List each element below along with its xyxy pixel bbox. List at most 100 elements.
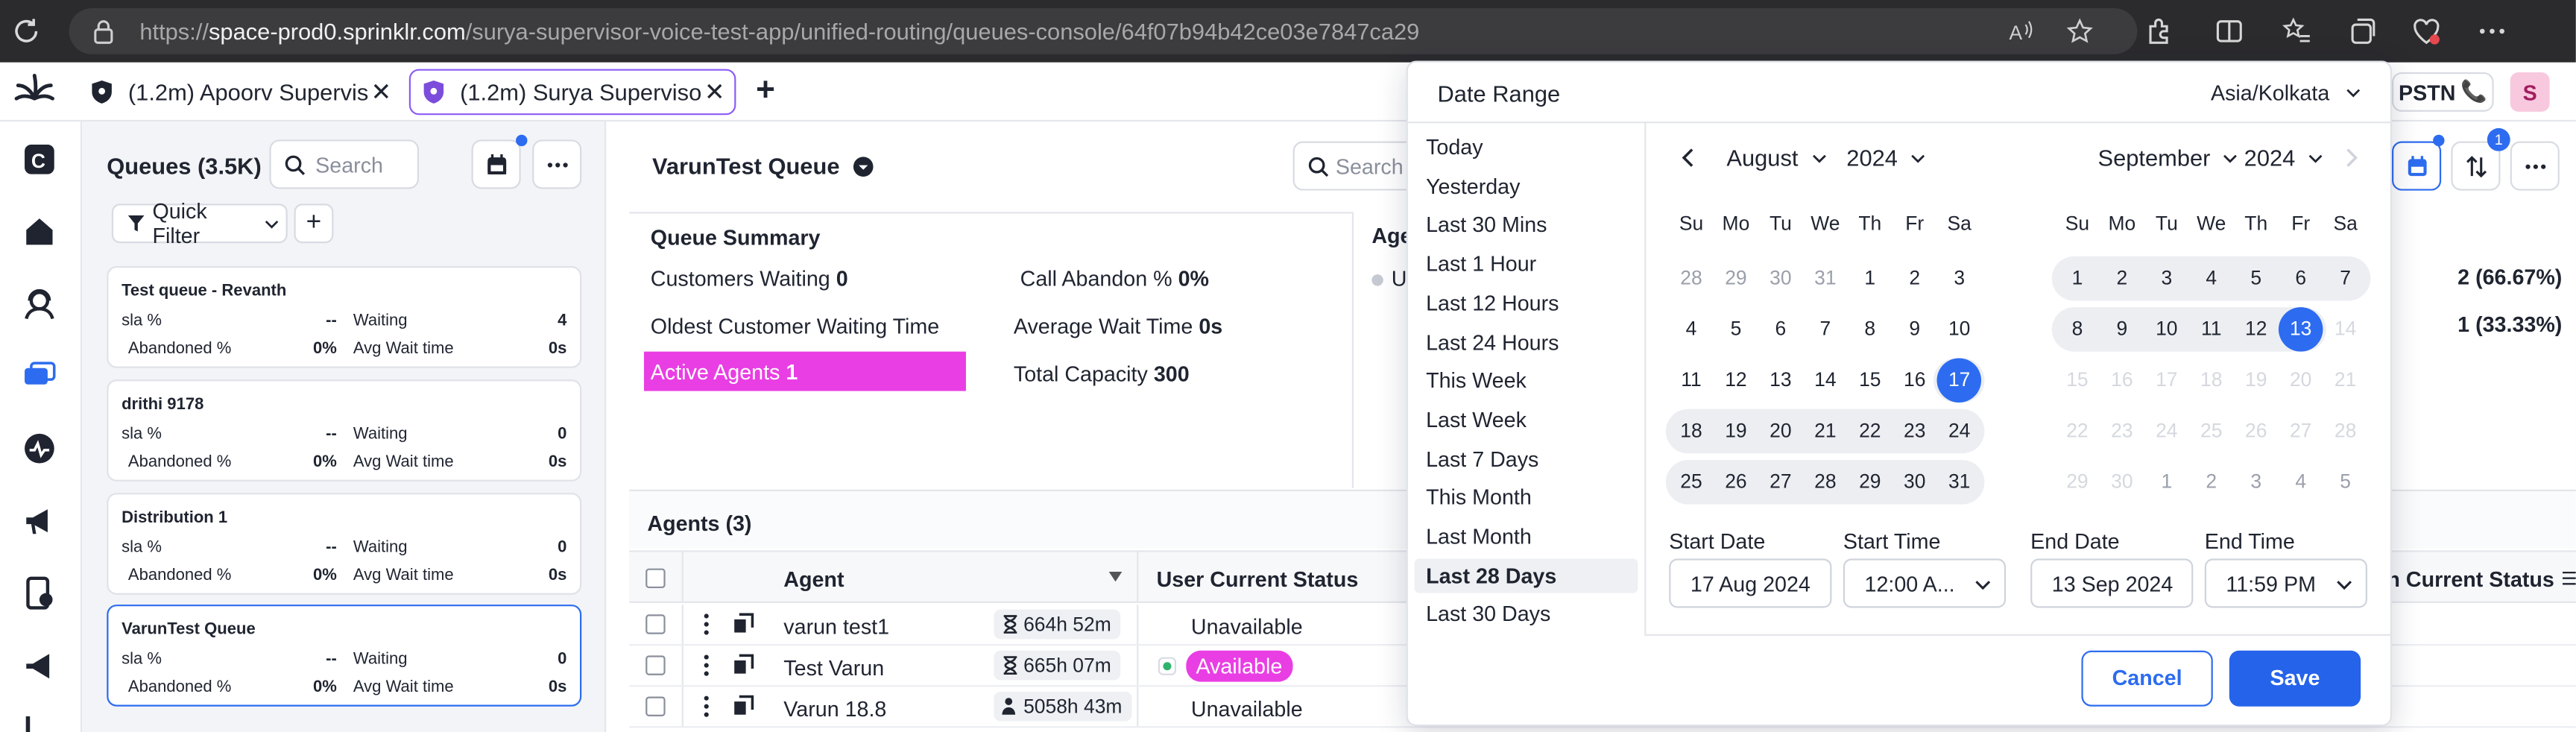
broadcast-icon[interactable]	[22, 647, 57, 683]
agent-monitor-icon[interactable]	[733, 695, 754, 716]
date-range-button[interactable]	[2392, 141, 2442, 191]
left-month-select[interactable]: August	[1726, 145, 1826, 171]
agent-icon[interactable]	[22, 285, 57, 321]
select-all-checkbox[interactable]	[645, 568, 666, 589]
calendar-day[interactable]: 17	[2144, 358, 2189, 403]
calendar-day[interactable]: 7	[1803, 307, 1848, 352]
agent-name[interactable]: Test Varun	[783, 655, 884, 680]
calendar-day[interactable]: 31	[1937, 459, 1982, 504]
calendar-day[interactable]: 1	[2144, 459, 2189, 504]
preset-option[interactable]: Last 12 Hours	[1415, 285, 1638, 320]
conversations-icon[interactable]	[22, 358, 57, 394]
preset-option[interactable]: Last Week	[1415, 403, 1638, 437]
calendar-day[interactable]: 28	[1803, 459, 1848, 504]
agent-name[interactable]: Varun 18.8	[783, 696, 886, 721]
queue-card[interactable]: VarunTest Queue sla % -- Waiting 0 Abandoned …	[107, 605, 582, 707]
tab-apoorv-supervisor[interactable]: (1.2m) Apoorv Supervisor ✕	[79, 69, 401, 116]
calendar-day[interactable]: 2	[1892, 256, 1937, 301]
calendar-day[interactable]: 4	[2279, 459, 2323, 504]
read-aloud-icon[interactable]: A	[2007, 18, 2033, 44]
calendar-day[interactable]: 11	[1669, 358, 1714, 403]
quick-filter-button[interactable]: Quick Filter	[111, 199, 288, 248]
close-icon[interactable]: ✕	[701, 78, 727, 107]
more-options-icon[interactable]	[2478, 16, 2507, 46]
more-button[interactable]	[2510, 141, 2560, 191]
calendar-day[interactable]: 27	[1758, 459, 1803, 504]
favorites-icon[interactable]	[2282, 16, 2311, 46]
calendar-day[interactable]: 4	[1669, 307, 1714, 352]
calendar-day[interactable]: 19	[1714, 408, 1758, 453]
preset-option[interactable]: Last 30 Days	[1415, 597, 1638, 631]
calendar-day[interactable]: 12	[1714, 358, 1758, 403]
calendar-day[interactable]: 18	[2189, 358, 2234, 403]
calendar-day[interactable]: 2	[2189, 459, 2234, 504]
calendar-day[interactable]: 15	[1848, 358, 1892, 403]
row-checkbox[interactable]	[645, 696, 666, 716]
calendar-day[interactable]: 30	[1758, 256, 1803, 301]
address-bar[interactable]: https://space-prod0.sprinklr.com/surya-s…	[69, 8, 2138, 54]
calendar-day[interactable]: 21	[1803, 408, 1848, 453]
calendar-day[interactable]: 23	[2100, 408, 2144, 453]
cancel-button[interactable]: Cancel	[2081, 650, 2213, 707]
row-checkbox[interactable]	[645, 655, 666, 675]
agent-search-input[interactable]: Search	[1292, 141, 1416, 191]
calendar-day[interactable]: 9	[1892, 307, 1937, 352]
calendar-day[interactable]: 29	[2055, 459, 2100, 504]
queue-search-input[interactable]: Search	[269, 139, 420, 189]
calendar-day[interactable]: 29	[1848, 459, 1892, 504]
calendar-day[interactable]: 14	[1803, 358, 1848, 403]
calendar-day[interactable]: 24	[1937, 408, 1982, 453]
browser-essentials-icon[interactable]	[2411, 16, 2441, 46]
calendar-day[interactable]: 18	[1669, 408, 1714, 453]
calendar-button[interactable]	[471, 139, 521, 189]
add-tab-button[interactable]: +	[749, 72, 782, 112]
calendar-day[interactable]: 2	[2100, 256, 2144, 301]
close-icon[interactable]: ✕	[368, 78, 394, 107]
calendar-day[interactable]: 21	[2323, 358, 2368, 403]
calendar-day[interactable]: 8	[2055, 307, 2100, 352]
calendar-day[interactable]: 3	[2234, 459, 2279, 504]
analytics-icon[interactable]	[22, 430, 57, 466]
start-date-input[interactable]: 17 Aug 2024	[1669, 558, 1832, 608]
preset-option[interactable]: Last 30 Mins	[1415, 208, 1638, 242]
queue-card[interactable]: drithi 9178 sla % -- Waiting 0 Abandoned % 0% A…	[107, 379, 582, 482]
sprinklr-logo-icon[interactable]	[13, 72, 56, 112]
calendar-day[interactable]: 6	[2279, 256, 2323, 301]
start-time-select[interactable]: 12:00 A...	[1843, 558, 2007, 608]
calendar-day[interactable]: 5	[2234, 256, 2279, 301]
end-date-input[interactable]: 13 Sep 2024	[2030, 558, 2194, 608]
column-menu-icon[interactable]: ☰	[2561, 569, 2576, 590]
user-status[interactable]: Unavailable	[1191, 696, 1303, 721]
row-menu-icon[interactable]	[703, 695, 710, 718]
end-time-select[interactable]: 11:59 PM	[2204, 558, 2367, 608]
avatar[interactable]: S	[2510, 72, 2550, 112]
calendar-day[interactable]: 31	[1803, 256, 1848, 301]
column-header-agent[interactable]: Agent	[783, 567, 844, 591]
save-button[interactable]: Save	[2229, 650, 2361, 707]
calendar-day[interactable]: 19	[2234, 358, 2279, 403]
calendar-day[interactable]: 13	[2278, 306, 2323, 352]
calendar-day[interactable]: 10	[1937, 307, 1982, 352]
calendar-day[interactable]: 1	[2055, 256, 2100, 301]
calendar-day[interactable]: 9	[2100, 307, 2144, 352]
preset-option[interactable]: Last Month	[1415, 519, 1638, 553]
calendar-day[interactable]: 13	[1758, 358, 1803, 403]
refresh-icon[interactable]	[10, 15, 42, 48]
calendar-day[interactable]: 3	[1937, 256, 1982, 301]
calendar-day[interactable]: 3	[2144, 256, 2189, 301]
calendar-day[interactable]: 28	[2323, 408, 2368, 453]
agent-monitor-icon[interactable]	[733, 613, 754, 634]
next-month-icon[interactable]	[2341, 148, 2361, 167]
left-year-select[interactable]: 2024	[1846, 145, 1925, 171]
calendar-day[interactable]: 20	[2279, 358, 2323, 403]
calendar-day[interactable]: 25	[2189, 408, 2234, 453]
calendar-day[interactable]: 22	[2055, 408, 2100, 453]
tab-surya-supervisor[interactable]: (1.2m) Surya Supervisor ✕	[408, 69, 736, 116]
queue-card[interactable]: Test queue - Revanth sla % -- Waiting 4 Aband…	[107, 266, 582, 368]
calendar-day[interactable]: 15	[2055, 358, 2100, 403]
home-icon[interactable]	[22, 214, 57, 250]
calendar-day[interactable]: 5	[2323, 459, 2368, 504]
preset-option[interactable]: This Week	[1415, 363, 1638, 397]
calendar-day[interactable]: 5	[1714, 307, 1758, 352]
calendar-day[interactable]: 24	[2144, 408, 2189, 453]
